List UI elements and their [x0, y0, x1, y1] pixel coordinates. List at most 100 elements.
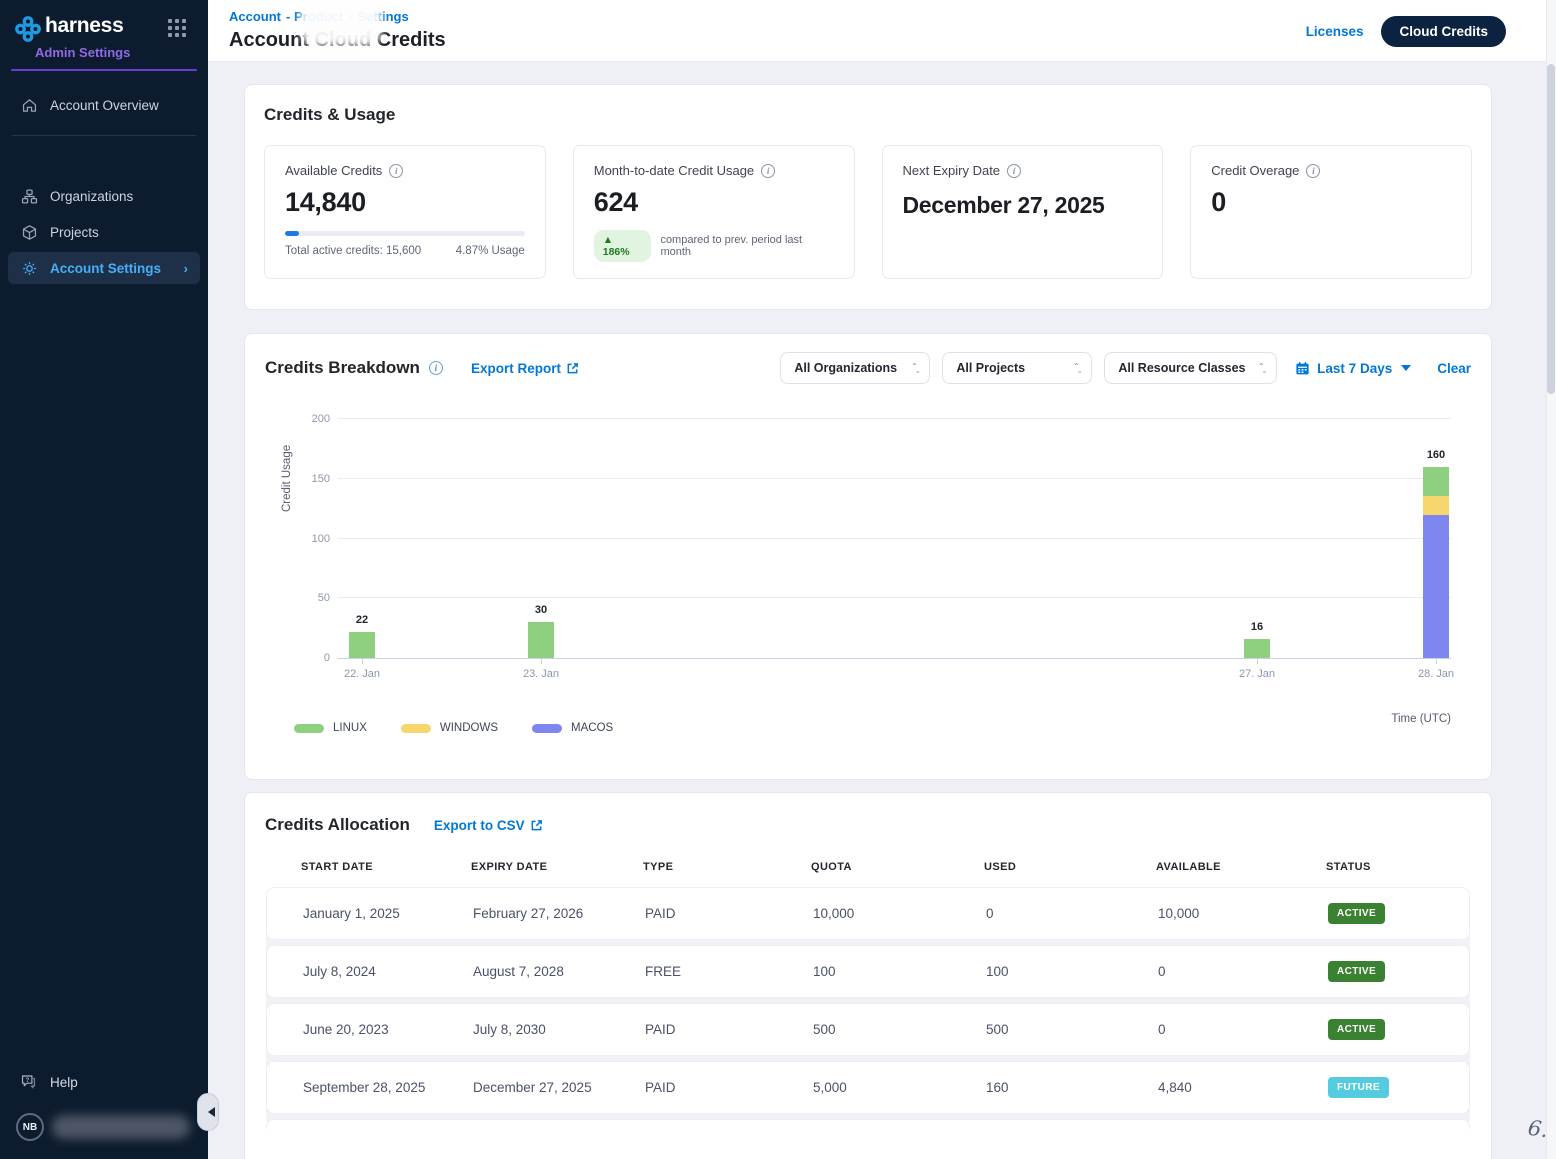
scrollbar-thumb[interactable] — [1547, 64, 1555, 394]
cell-quota: 500 — [813, 1022, 986, 1037]
chart-plot: 0501001502002222. Jan3023. Jan1627. Jan1… — [338, 420, 1451, 659]
cell-start: July 8, 2024 — [303, 964, 473, 979]
status-badge: ACTIVE — [1328, 903, 1385, 924]
breadcrumb-account[interactable]: Account — [229, 9, 281, 24]
legend-item-macos[interactable]: MACOS — [532, 722, 613, 734]
allocation-header: START DATEEXPIRY DATETYPEQUOTAUSEDAVAILA… — [265, 861, 1471, 887]
bar-segment-linux — [1423, 467, 1449, 496]
cloud-credits-button[interactable]: Cloud Credits — [1381, 16, 1506, 47]
main-area: Account - Product › Settings Account Clo… — [208, 0, 1556, 1159]
date-range-picker[interactable]: Last 7 Days — [1295, 361, 1411, 376]
scrollbar[interactable] — [1546, 0, 1556, 1159]
help-icon: ? — [20, 1073, 38, 1091]
gridline — [338, 597, 1451, 598]
licenses-link[interactable]: Licenses — [1306, 24, 1364, 39]
info-icon[interactable]: i — [761, 164, 775, 178]
x-tick — [1257, 659, 1258, 664]
cell-expiry: July 8, 2030 — [473, 1022, 645, 1037]
gridline — [338, 538, 1451, 539]
calendar-icon — [1295, 361, 1310, 376]
next-expiry-value: December 27, 2025 — [903, 190, 1143, 221]
external-link-icon — [530, 819, 543, 832]
cell-used: 500 — [986, 1022, 1158, 1037]
sidebar-item-label: Account Settings — [50, 261, 161, 276]
info-icon[interactable]: i — [1007, 164, 1021, 178]
y-tick-label: 0 — [290, 652, 330, 664]
chart-bar-28-jan[interactable] — [1423, 467, 1449, 658]
legend-swatch — [294, 724, 324, 733]
sidebar-collapse-handle[interactable] — [197, 1093, 219, 1131]
usage-percent: 4.87% Usage — [456, 245, 525, 257]
avatar[interactable]: NB — [16, 1113, 44, 1141]
resource-classes-select[interactable]: All Resource Classesˆˍ — [1104, 352, 1277, 384]
column-header: START DATE — [301, 861, 471, 873]
cell-available: 0 — [1158, 1022, 1328, 1037]
legend-item-linux[interactable]: LINUX — [294, 722, 367, 734]
chart-bar-23-jan[interactable] — [528, 622, 554, 658]
sidebar-item-account-settings[interactable]: Account Settings › — [8, 252, 200, 284]
clear-filters-link[interactable]: Clear — [1437, 361, 1471, 376]
legend-swatch — [532, 724, 562, 733]
cell-available: 4,840 — [1158, 1080, 1328, 1095]
bar-value-label: 160 — [1406, 449, 1466, 461]
credits-allocation-section: Credits Allocation Export to CSV START D… — [244, 792, 1492, 1159]
stat-label: Available Credits — [285, 163, 382, 178]
table-row: July 8, 2024August 7, 2028FREE1001000ACT… — [266, 945, 1470, 998]
legend-label: WINDOWS — [440, 722, 498, 734]
brand-name: harness — [45, 14, 123, 38]
info-icon[interactable]: i — [429, 361, 443, 375]
bar-segment-linux — [528, 622, 554, 658]
export-csv-link[interactable]: Export to CSV — [434, 818, 543, 833]
user-row[interactable]: NB — [0, 1099, 208, 1149]
brand-underline — [11, 69, 197, 71]
x-tick — [541, 659, 542, 664]
stat-label: Next Expiry Date — [903, 163, 1001, 178]
sidebar-bottom: ? Help NB — [0, 1065, 208, 1159]
cell-start: September 28, 2025 — [303, 1080, 473, 1095]
cell-type: PAID — [645, 1022, 813, 1037]
chevron-right-icon: › — [184, 261, 188, 276]
cell-quota: 100 — [813, 964, 986, 979]
gear-icon — [20, 259, 38, 277]
table-row: September 28, 2025December 27, 2025PAID5… — [266, 1061, 1470, 1114]
info-icon[interactable]: i — [389, 164, 403, 178]
organizations-select[interactable]: All Organizationsˆˍ — [780, 352, 930, 384]
info-icon[interactable]: i — [1306, 164, 1320, 178]
column-header: EXPIRY DATE — [471, 861, 643, 873]
cell-expiry: February 27, 2026 — [473, 906, 645, 921]
column-header: QUOTA — [811, 861, 984, 873]
export-report-link[interactable]: Export Report — [471, 361, 579, 376]
cell-type: FREE — [645, 964, 813, 979]
app-grid-menu-icon[interactable] — [168, 19, 186, 37]
x-tick-label: 28. Jan — [1401, 668, 1471, 680]
legend-label: LINUX — [333, 722, 367, 734]
cell-available: 0 — [1158, 964, 1328, 979]
chart-bar-22-jan[interactable] — [349, 632, 375, 658]
sidebar-item-label: Account Overview — [50, 98, 159, 113]
chevron-down-icon: ˆˍ — [1246, 363, 1267, 374]
sidebar-item-organizations[interactable]: Organizations — [8, 180, 200, 212]
chevron-down-icon: ˆˍ — [1061, 363, 1082, 374]
x-tick — [1436, 659, 1437, 664]
bar-segment-linux — [1244, 639, 1270, 658]
projects-select[interactable]: All Projectsˆˍ — [942, 352, 1092, 384]
bar-value-label: 30 — [511, 604, 571, 616]
credits-usage-section: Credits & Usage Available Credits i 14,8… — [244, 84, 1492, 310]
redacted-account-name — [300, 2, 382, 46]
allocation-table: START DATEEXPIRY DATETYPEQUOTAUSEDAVAILA… — [265, 861, 1471, 1129]
column-header: TYPE — [643, 861, 811, 873]
sidebar-item-account-overview[interactable]: Account Overview — [8, 89, 200, 121]
available-credits-card: Available Credits i 14,840 Total active … — [264, 145, 546, 279]
help-button[interactable]: ? Help — [0, 1065, 208, 1099]
bar-segment-windows — [1423, 496, 1449, 515]
organizations-icon — [20, 187, 38, 205]
legend-item-windows[interactable]: WINDOWS — [401, 722, 498, 734]
sidebar-item-label: Projects — [50, 225, 99, 240]
chart-bar-27-jan[interactable] — [1244, 639, 1270, 658]
collapse-arrow-icon — [208, 1107, 215, 1117]
svg-text:?: ? — [26, 1078, 30, 1084]
stat-label: Month-to-date Credit Usage — [594, 163, 754, 178]
table-row: June 20, 2023July 8, 2030PAID5005000ACTI… — [266, 1003, 1470, 1056]
delta-note: compared to prev. period last month — [660, 234, 833, 258]
sidebar-item-projects[interactable]: Projects — [8, 216, 200, 248]
